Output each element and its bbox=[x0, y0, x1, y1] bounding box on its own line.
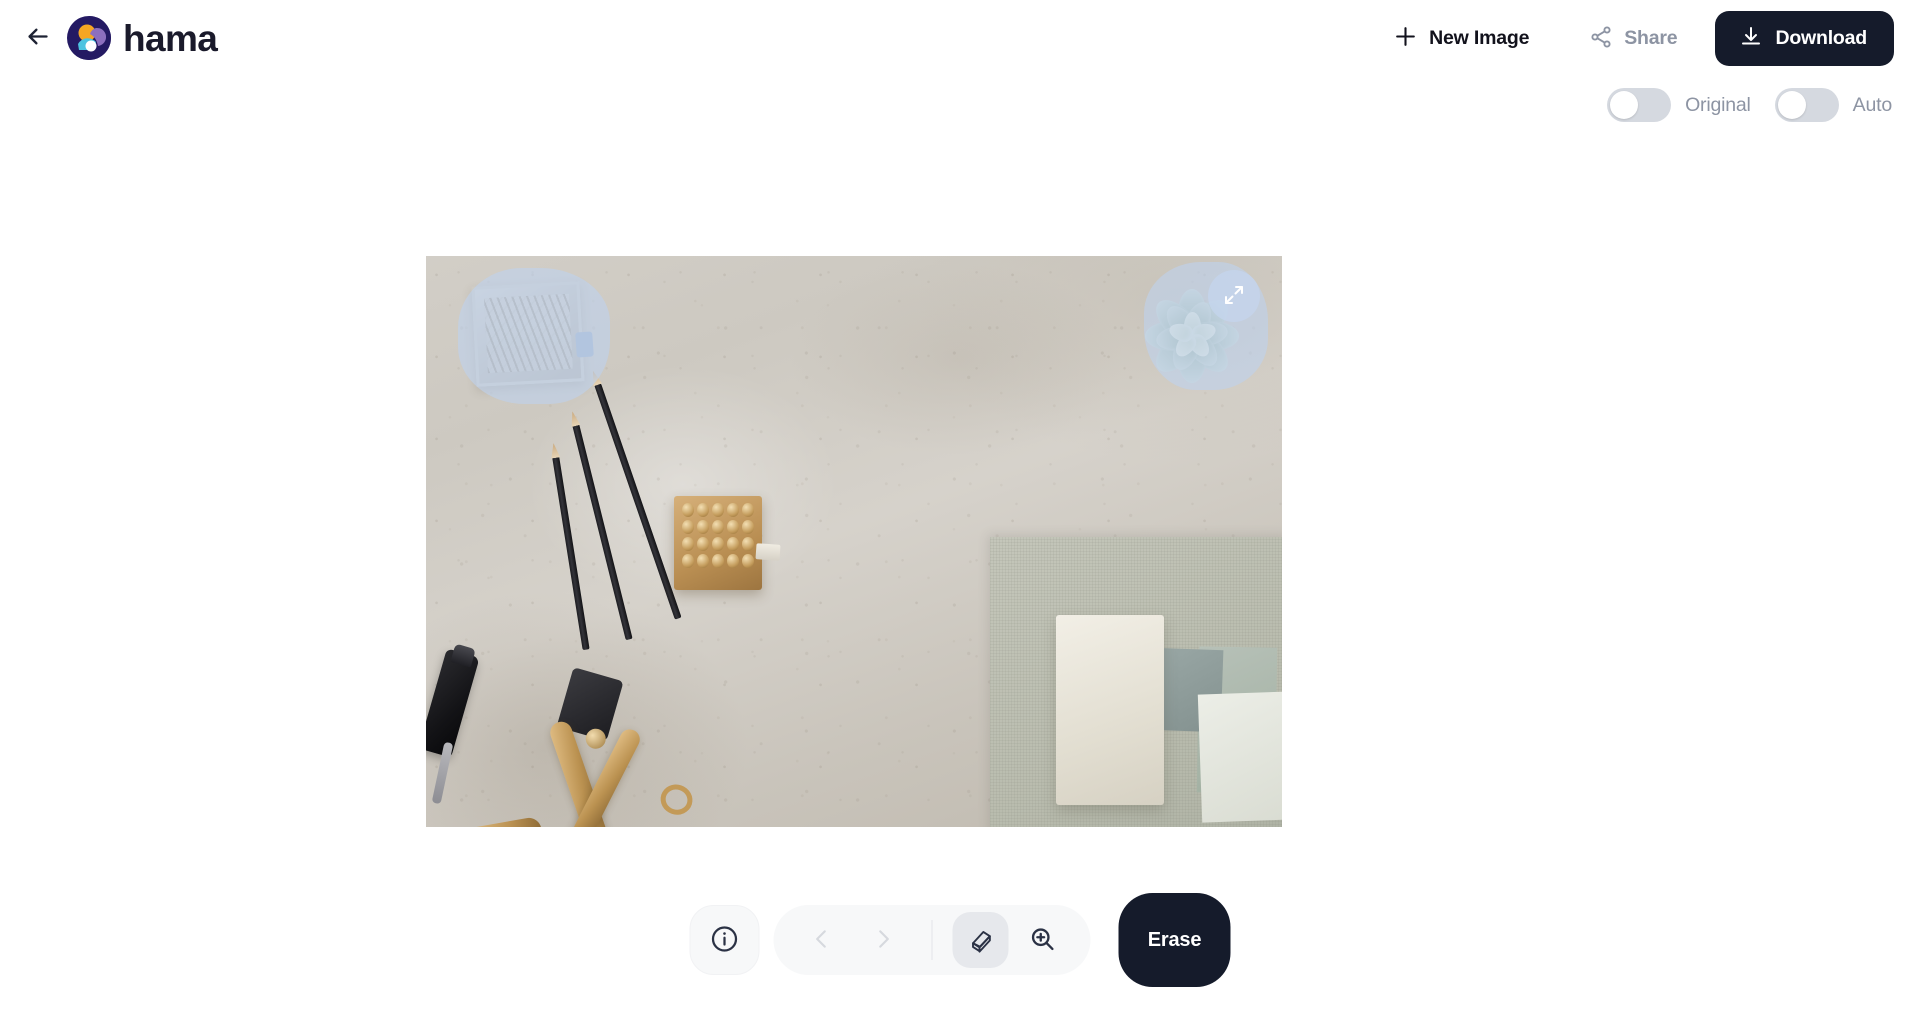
original-toggle-group: Original bbox=[1607, 88, 1751, 122]
blue-tab-object bbox=[575, 331, 594, 358]
toggle-row: Original Auto bbox=[1607, 88, 1892, 122]
editing-photo[interactable] bbox=[426, 256, 1282, 827]
hama-editor-app: hama New Image Share Download Original A… bbox=[0, 0, 1920, 1019]
original-toggle-label: Original bbox=[1685, 93, 1751, 116]
new-image-label: New Image bbox=[1429, 26, 1530, 49]
brand[interactable]: hama bbox=[66, 15, 218, 61]
brass-stamp-block-object bbox=[674, 496, 762, 590]
notebook-object bbox=[1056, 615, 1164, 805]
new-image-button[interactable]: New Image bbox=[1377, 14, 1545, 62]
top-bar-actions: New Image Share Download bbox=[1377, 10, 1920, 66]
hama-logo-icon bbox=[66, 15, 112, 61]
brass-studs bbox=[682, 503, 754, 568]
expand-image-button[interactable] bbox=[1208, 270, 1260, 322]
arrow-left-icon bbox=[24, 23, 51, 53]
toolbar-divider bbox=[931, 920, 933, 960]
auto-toggle[interactable] bbox=[1774, 88, 1839, 122]
fabric-swatch-object bbox=[1197, 691, 1282, 823]
chevron-left-icon bbox=[809, 926, 835, 955]
plus-icon bbox=[1393, 24, 1418, 52]
auto-toggle-group: Auto bbox=[1774, 88, 1893, 122]
chevron-right-icon bbox=[871, 926, 897, 955]
expand-arrows-icon bbox=[1222, 283, 1246, 310]
hole-punch-object bbox=[539, 663, 707, 827]
top-bar: hama New Image Share Download bbox=[0, 0, 1920, 76]
tool-pill bbox=[773, 905, 1091, 975]
erase-button[interactable]: Erase bbox=[1118, 893, 1231, 987]
toggle-knob bbox=[1777, 91, 1806, 119]
auto-toggle-label: Auto bbox=[1852, 93, 1893, 116]
back-button[interactable] bbox=[14, 15, 60, 61]
brand-name: hama bbox=[123, 17, 218, 59]
eraser-tool-button[interactable] bbox=[952, 912, 1009, 968]
share-nodes-icon bbox=[1589, 25, 1613, 52]
magnifier-plus-icon bbox=[1029, 925, 1057, 956]
share-button[interactable]: Share bbox=[1573, 15, 1693, 62]
download-button[interactable]: Download bbox=[1715, 10, 1894, 66]
download-label: Download bbox=[1775, 26, 1867, 49]
bottom-toolbar: Erase bbox=[689, 893, 1231, 987]
info-circle-icon bbox=[710, 924, 740, 957]
original-toggle[interactable] bbox=[1607, 88, 1672, 122]
toggle-knob bbox=[1610, 91, 1639, 119]
eraser-icon bbox=[966, 924, 996, 957]
redo-button[interactable] bbox=[856, 912, 912, 968]
image-canvas[interactable] bbox=[426, 256, 1282, 827]
undo-button[interactable] bbox=[794, 912, 850, 968]
info-button[interactable] bbox=[689, 905, 760, 975]
share-label: Share bbox=[1624, 26, 1678, 49]
brass-block-tail bbox=[755, 543, 781, 561]
zoom-tool-button[interactable] bbox=[1015, 912, 1071, 968]
download-icon bbox=[1739, 25, 1763, 52]
paperclip-box-object bbox=[471, 281, 585, 387]
